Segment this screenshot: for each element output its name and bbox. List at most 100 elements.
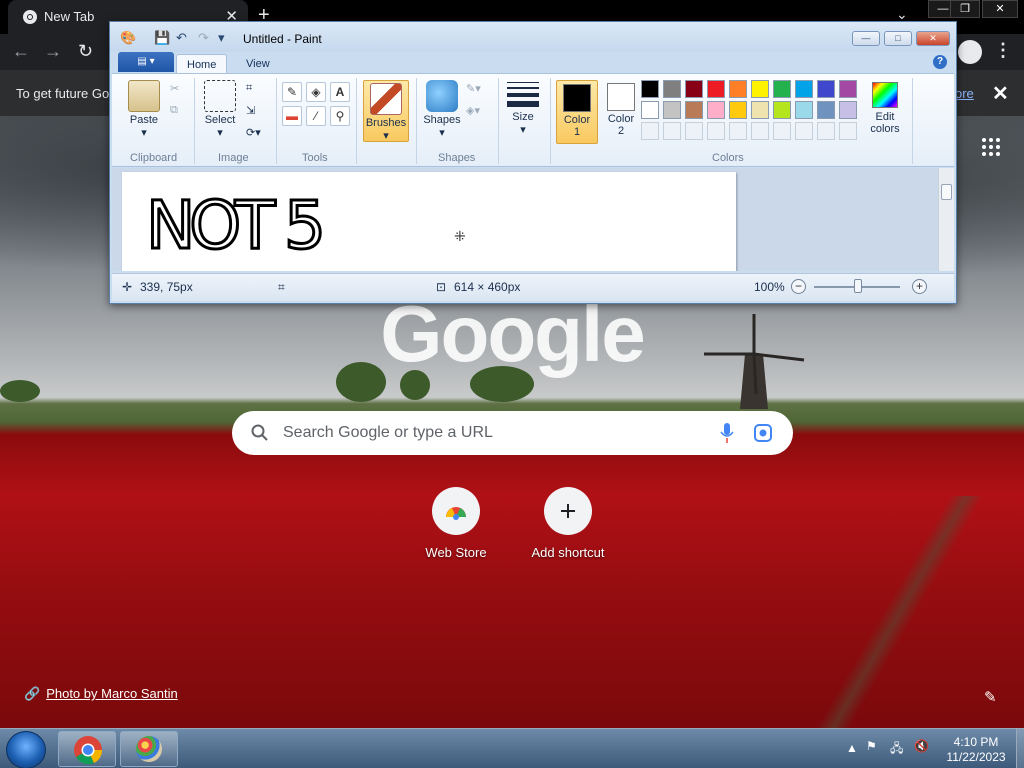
back-icon[interactable]: ← [12, 41, 30, 62]
rotate-icon[interactable]: ⟳▾ [246, 126, 261, 139]
palette-color-swatch[interactable] [729, 80, 747, 98]
palette-empty-swatch[interactable] [641, 122, 659, 140]
palette-empty-swatch[interactable] [817, 122, 835, 140]
customize-pencil-icon[interactable]: ✎ [984, 688, 997, 706]
paint-file-menu-button[interactable]: ▤ ▾ [118, 52, 174, 72]
info-bar-close-icon[interactable]: ✕ [992, 81, 1009, 106]
palette-empty-swatch[interactable] [707, 122, 725, 140]
copy-icon[interactable]: ⧉ [170, 104, 178, 117]
palette-color-swatch[interactable] [685, 80, 703, 98]
palette-color-swatch[interactable] [641, 101, 659, 119]
microphone-icon[interactable] [719, 422, 735, 444]
windows-start-button[interactable] [6, 731, 46, 768]
taskbar-clock[interactable]: 4:10 PM 11/22/2023 [934, 735, 1018, 765]
palette-empty-swatch[interactable] [773, 122, 791, 140]
cut-icon[interactable]: ✂ [170, 82, 179, 95]
action-center-icon[interactable]: ⚑ [866, 739, 877, 753]
fill-bucket-icon[interactable]: ◈ [306, 82, 326, 102]
zoom-in-button[interactable]: + [912, 279, 927, 294]
customize-qa-chevron-icon[interactable]: ▾ [218, 30, 225, 46]
apps-grid-icon[interactable] [982, 138, 1000, 156]
tab-home[interactable]: Home [176, 54, 228, 74]
palette-color-swatch[interactable] [817, 101, 835, 119]
color1-button[interactable]: Color 1 [556, 80, 598, 144]
scrollbar-thumb[interactable] [941, 184, 952, 200]
help-icon[interactable]: ? [933, 55, 947, 69]
group-label-tools: Tools [302, 152, 328, 164]
shapes-button[interactable]: Shapes ▾ [420, 80, 464, 139]
network-icon[interactable]: 🖧 [890, 739, 903, 760]
palette-color-swatch[interactable] [795, 80, 813, 98]
palette-color-swatch[interactable] [773, 80, 791, 98]
resize-icon[interactable]: ⇲ [246, 104, 255, 117]
shortcut-add[interactable]: Add shortcut [520, 487, 616, 560]
group-divider [276, 78, 277, 164]
palette-color-swatch[interactable] [729, 101, 747, 119]
reload-icon[interactable]: ↻ [78, 41, 93, 62]
text-tool-icon[interactable]: A [330, 82, 350, 102]
close-button[interactable]: ✕ [982, 0, 1018, 18]
profile-avatar-icon[interactable] [958, 40, 982, 64]
palette-color-swatch[interactable] [817, 80, 835, 98]
palette-color-swatch[interactable] [663, 101, 681, 119]
select-button[interactable]: Select ▾ [200, 80, 240, 139]
save-icon[interactable]: 💾 [154, 30, 170, 46]
palette-color-swatch[interactable] [663, 80, 681, 98]
redo-icon[interactable]: ↷ [198, 30, 209, 46]
color2-button[interactable]: Color 2 [600, 80, 642, 144]
paint-maximize-button[interactable]: □ [884, 31, 912, 46]
tab-view[interactable]: View [236, 54, 280, 74]
drawing-canvas[interactable]: NOT 5 ⁜ [122, 172, 736, 271]
edit-colors-button[interactable]: Edit colors [864, 82, 906, 135]
google-lens-icon[interactable] [753, 423, 773, 443]
zoom-out-button[interactable]: − [791, 279, 806, 294]
paste-button[interactable]: Paste ▾ [124, 80, 164, 139]
shortcut-web-store[interactable]: Web Store [408, 487, 504, 560]
palette-color-swatch[interactable] [795, 101, 813, 119]
shapes-label: Shapes [423, 114, 461, 126]
palette-color-swatch[interactable] [685, 101, 703, 119]
palette-color-swatch[interactable] [839, 80, 857, 98]
crop-icon[interactable]: ⌗ [246, 82, 252, 95]
photo-credit-link[interactable]: 🔗 Photo by Marco Santin [24, 686, 178, 702]
restore-button[interactable]: ❐ [950, 0, 980, 18]
taskbar-chrome-app[interactable] [58, 731, 116, 767]
pencil-icon[interactable]: ✎ [282, 82, 302, 102]
palette-empty-swatch[interactable] [751, 122, 769, 140]
color-picker-icon[interactable]: ⁄ [306, 106, 326, 126]
palette-color-swatch[interactable] [751, 80, 769, 98]
palette-color-swatch[interactable] [641, 80, 659, 98]
palette-empty-swatch[interactable] [729, 122, 747, 140]
palette-color-swatch[interactable] [751, 101, 769, 119]
brushes-button[interactable]: Brushes ▾ [363, 80, 409, 142]
paint-close-button[interactable]: ✕ [916, 31, 950, 46]
chrome-menu-icon[interactable]: ⋮ [994, 40, 1012, 61]
palette-empty-swatch[interactable] [839, 122, 857, 140]
magnifier-icon[interactable]: ⚲ [330, 106, 350, 126]
palette-color-swatch[interactable] [707, 101, 725, 119]
palette-empty-swatch[interactable] [663, 122, 681, 140]
outline-icon[interactable]: ✎▾ [466, 82, 481, 95]
vertical-scrollbar[interactable] [938, 168, 954, 271]
taskbar-paint-app[interactable] [120, 731, 178, 767]
search-box[interactable]: Search Google or type a URL [232, 411, 793, 455]
background-path [800, 496, 1000, 728]
volume-muted-icon[interactable]: 🔇 [914, 739, 929, 753]
undo-icon[interactable]: ↶ [176, 30, 187, 46]
info-bar-link[interactable]: ore [955, 86, 974, 101]
eraser-icon[interactable]: ▬ [282, 106, 302, 126]
show-desktop-button[interactable] [1016, 729, 1024, 768]
zoom-slider-thumb[interactable] [854, 279, 862, 293]
palette-empty-swatch[interactable] [795, 122, 813, 140]
palette-color-swatch[interactable] [839, 101, 857, 119]
fill-icon[interactable]: ◈▾ [466, 104, 480, 117]
show-hidden-icons-chevron-icon[interactable]: ▲ [846, 741, 858, 755]
palette-empty-swatch[interactable] [685, 122, 703, 140]
paint-minimize-button[interactable]: — [852, 31, 880, 46]
palette-color-swatch[interactable] [773, 101, 791, 119]
forward-icon[interactable]: → [44, 41, 62, 62]
search-input[interactable]: Search Google or type a URL [283, 424, 493, 442]
size-button[interactable]: Size ▾ [504, 82, 542, 136]
paint-app-icon[interactable]: 🎨 [120, 30, 136, 46]
palette-color-swatch[interactable] [707, 80, 725, 98]
